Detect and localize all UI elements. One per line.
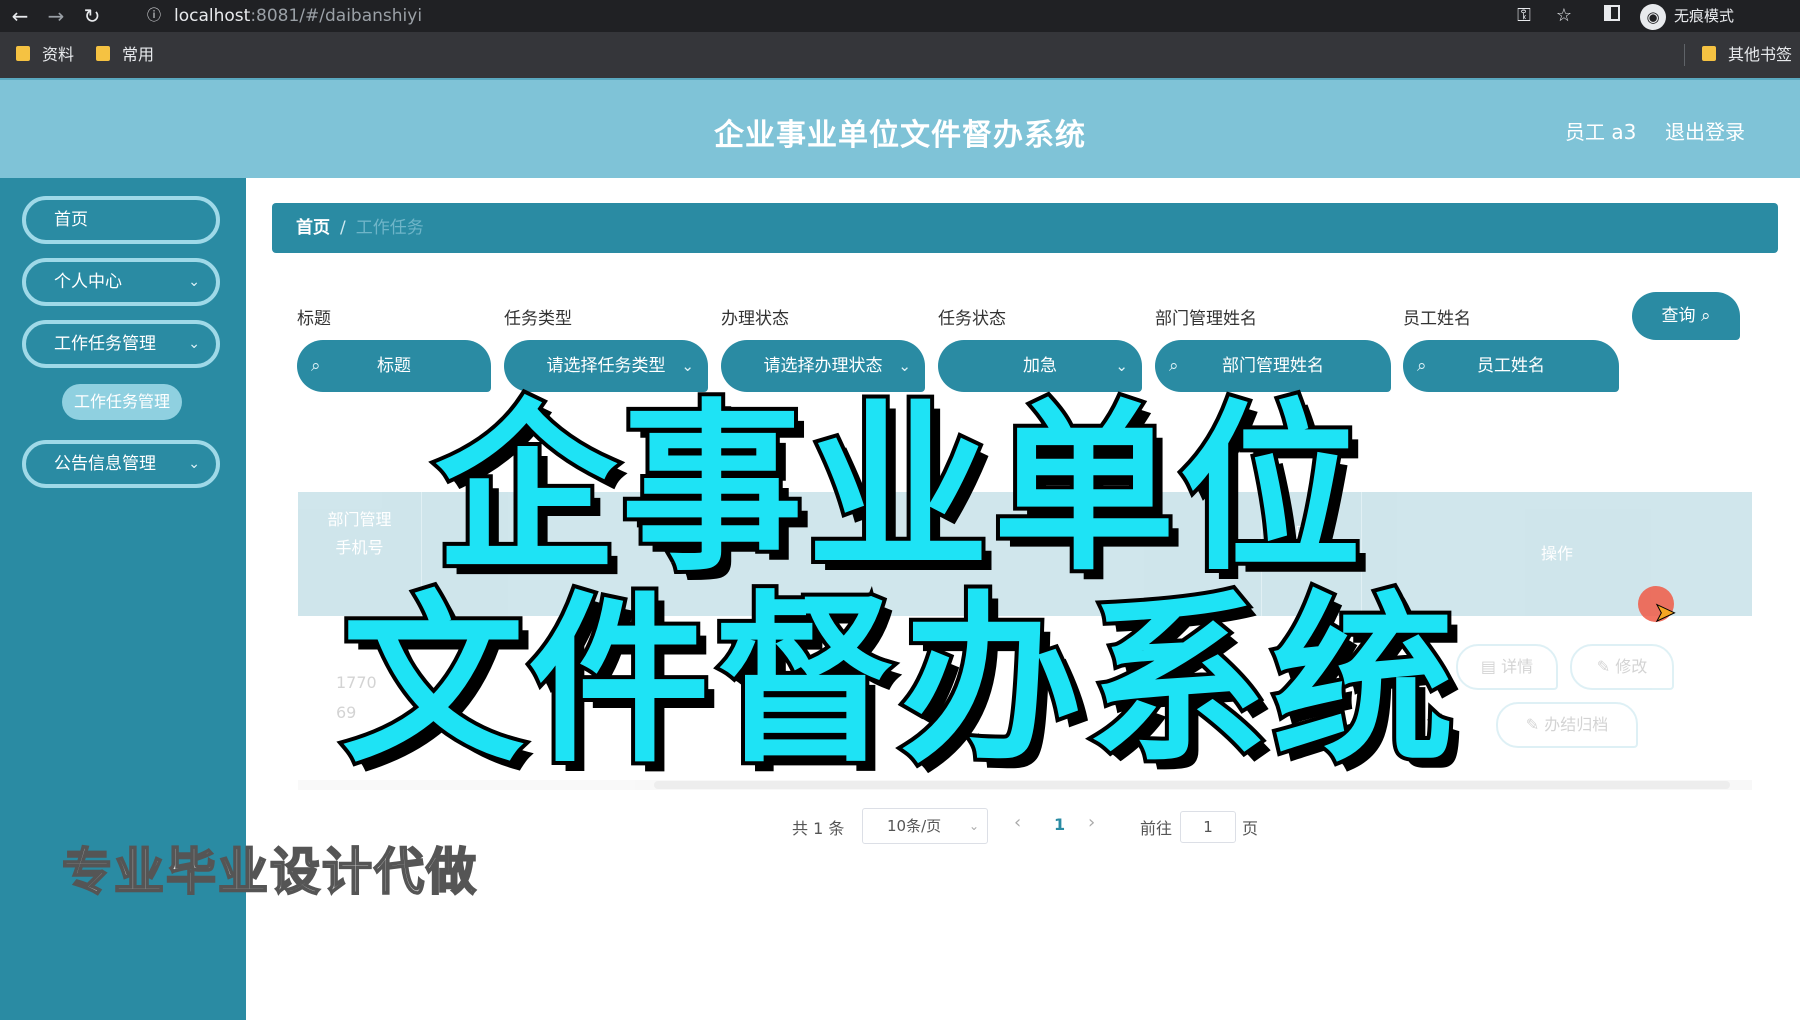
sidebar-item-label: 个人中心	[54, 272, 122, 292]
overlay-title-line-1: 企事业单位	[431, 383, 1365, 595]
chevron-down-icon: ⌄	[188, 336, 200, 352]
filter-label-handle-status: 办理状态	[721, 309, 789, 329]
breadcrumb-home[interactable]: 首页	[296, 218, 330, 238]
current-user: 员工 a3	[1565, 120, 1637, 144]
page-size-select[interactable]: 10条/页 ⌄	[862, 808, 988, 844]
filter-label-task-status: 任务状态	[938, 309, 1006, 329]
reload-icon[interactable]: ↻	[80, 4, 104, 28]
incognito-icon: ◉	[1640, 3, 1666, 30]
page-number[interactable]: 1	[1054, 815, 1065, 834]
breadcrumb-current: 工作任务	[355, 218, 424, 238]
breadcrumb: 首页 / 工作任务	[272, 203, 1778, 253]
bookmark-label: 常用	[122, 45, 155, 64]
other-bookmarks[interactable]: 其他书签	[1702, 32, 1792, 78]
page-size-value: 10条/页	[887, 817, 942, 835]
goto-page-input[interactable]: 1	[1180, 811, 1236, 843]
folder-icon	[96, 46, 110, 61]
task-status-value: 加急	[1023, 356, 1057, 376]
sidepanel-icon[interactable]	[1600, 4, 1624, 28]
back-arrow-icon[interactable]: ←	[8, 4, 32, 28]
filter-label-title: 标题	[297, 309, 331, 329]
dept-name-placeholder: 部门管理姓名	[1222, 356, 1324, 376]
filter-label-staff-name: 员工姓名	[1403, 309, 1471, 329]
logout-link[interactable]: 退出登录	[1665, 116, 1745, 145]
url-path: :8081/#/daibanshiyi	[250, 6, 423, 26]
filter-label-task-type: 任务类型	[504, 309, 572, 329]
pagination-unit-label: 页	[1242, 819, 1259, 838]
watermark-text: 专业毕业设计代做	[61, 842, 478, 902]
address-bar[interactable]: ⓘ localhost:8081/#/daibanshiyi	[134, 3, 1594, 29]
pagination-goto-label: 前往	[1140, 819, 1173, 838]
star-icon[interactable]: ☆	[1552, 4, 1576, 28]
search-button-label: 查询	[1661, 306, 1696, 326]
bookmark-folder-changyong[interactable]: 常用	[96, 32, 154, 78]
sidebar-item-profile[interactable]: 个人中心 ⌄	[22, 258, 220, 306]
folder-icon	[1702, 46, 1716, 61]
incognito-indicator[interactable]: ◉ 无痕模式	[1640, 3, 1735, 30]
sidebar-item-task-management[interactable]: 工作任务管理 ⌄	[22, 320, 220, 368]
task-type-placeholder: 请选择任务类型	[546, 356, 666, 376]
folder-icon	[16, 46, 30, 61]
forward-arrow-icon[interactable]: →	[44, 4, 68, 28]
browser-toolbar: ← → ↻ ⓘ localhost:8081/#/daibanshiyi ⚿ ☆…	[0, 0, 1800, 32]
search-icon: ⌕	[1417, 356, 1427, 376]
staff-name-placeholder: 员工姓名	[1477, 356, 1545, 376]
site-info-icon[interactable]: ⓘ	[144, 6, 164, 26]
other-bookmarks-label: 其他书签	[1728, 45, 1793, 64]
bookmarks-bar: 资料 常用 其他书签	[0, 32, 1800, 78]
next-page-icon[interactable]: ›	[1088, 812, 1095, 833]
handle-status-placeholder: 请选择办理状态	[763, 356, 883, 376]
bookmark-folder-ziliao[interactable]: 资料	[16, 32, 74, 78]
sidebar-item-label: 工作任务管理	[54, 334, 156, 354]
filter-label-dept-name: 部门管理姓名	[1155, 309, 1257, 329]
url-host: localhost	[174, 6, 251, 26]
pagination-total: 共 1 条	[792, 819, 845, 838]
breadcrumb-separator: /	[340, 218, 346, 238]
prev-page-icon[interactable]: ‹	[1014, 812, 1021, 833]
search-icon: ⌕	[1700, 306, 1711, 326]
overlay-title-line-2: 文件督办系统	[338, 575, 1458, 787]
staff-name-input[interactable]: ⌕ 员工姓名	[1403, 340, 1619, 392]
search-icon: ⌕	[311, 356, 321, 376]
app-title: 企业事业单位文件督办系统	[714, 118, 1086, 153]
sidebar-item-label: 首页	[54, 210, 88, 230]
bookmark-label: 资料	[42, 45, 75, 64]
url-text[interactable]: localhost:8081/#/daibanshiyi	[174, 3, 422, 29]
app-header: 企业事业单位文件督办系统 员工 a3 退出登录	[0, 78, 1800, 178]
mouse-pointer-icon: ➤	[1654, 598, 1677, 629]
sidebar-item-home[interactable]: 首页	[22, 196, 220, 244]
title-placeholder: 标题	[377, 356, 411, 376]
bookmark-divider	[1684, 44, 1685, 66]
incognito-label: 无痕模式	[1674, 7, 1735, 25]
chevron-down-icon: ⌄	[188, 274, 200, 290]
search-button[interactable]: 查询 ⌕	[1632, 292, 1740, 340]
chevron-down-icon: ⌄	[968, 819, 979, 833]
key-icon[interactable]: ⚿	[1512, 4, 1536, 28]
